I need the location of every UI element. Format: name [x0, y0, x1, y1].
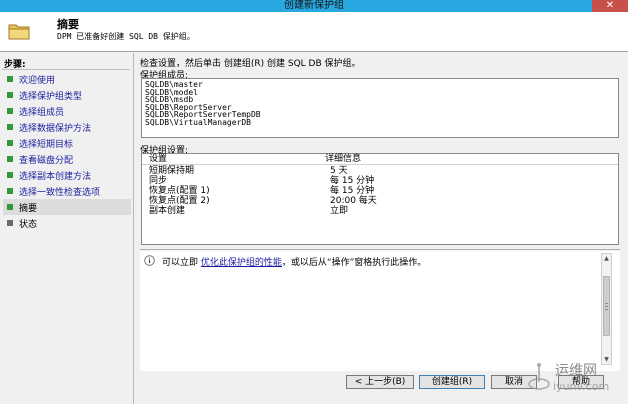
setting-name: 副本创建 [149, 206, 186, 216]
sidebar-item-label: 欢迎使用 [19, 75, 56, 86]
info-suffix: ，或以后从“操作”窗格执行此操作。 [281, 258, 427, 268]
step-bullet-icon [7, 188, 13, 194]
sidebar-item-disk-allocation[interactable]: 查看磁盘分配 [3, 151, 131, 167]
sidebar-item-replica-method[interactable]: 选择副本创建方法 [3, 167, 131, 183]
sidebar-item-members[interactable]: 选择组成员 [3, 103, 131, 119]
sidebar-item-label: 选择组成员 [19, 107, 65, 118]
watermark: 运维网 iyunv.com [525, 358, 628, 404]
info-prefix: 可以立即 [162, 258, 199, 268]
setting-value: 立即 [330, 206, 349, 216]
members-textbox[interactable]: SQLDB\master SQLDB\model SQLDB\msdb SQLD… [141, 78, 619, 138]
sidebar-item-protection-method[interactable]: 选择数据保护方法 [3, 119, 131, 135]
sidebar-item-label: 选择保护组类型 [19, 91, 83, 102]
step-bullet-icon [7, 76, 13, 82]
setting-value: 20:00 每天 [330, 196, 377, 206]
setting-name: 恢复点(配置 1) [149, 186, 210, 196]
settings-header-row [142, 154, 618, 165]
title-bar: 创建新保护组 ✕ [0, 0, 628, 12]
watermark-domain: iyunv.com [553, 380, 610, 393]
scroll-up-icon[interactable]: ▲ [602, 254, 611, 263]
step-bullet-icon [7, 172, 13, 178]
sidebar-item-label: 状态 [19, 219, 38, 230]
sidebar-item-label: 选择副本创建方法 [19, 171, 92, 182]
sidebar-item-consistency-check[interactable]: 选择一致性检查选项 [3, 183, 131, 199]
info-icon [144, 255, 155, 266]
grip-line [605, 306, 608, 307]
sidebar-item-summary[interactable]: 摘要 [3, 199, 131, 215]
info-area: 可以立即 优化此保护组的性能，或以后从“操作”窗格执行此操作。 ▲ ▼ [140, 251, 620, 371]
setting-name: 恢复点(配置 2) [149, 196, 210, 206]
column-header-setting: 设置 [149, 154, 168, 164]
setting-value: 5 天 [330, 166, 348, 176]
step-bullet-icon [7, 140, 13, 146]
folder-icon [8, 24, 30, 40]
grip-line [605, 309, 608, 310]
scrollbar-thumb[interactable] [603, 276, 610, 336]
back-button[interactable]: < 上一步(B) [346, 375, 414, 389]
setting-name: 同步 [149, 176, 168, 186]
sidebar-item-group-type[interactable]: 选择保护组类型 [3, 87, 131, 103]
sidebar-item-label: 查看磁盘分配 [19, 155, 74, 166]
steps-sidebar: 步骤: 欢迎使用 选择保护组类型 选择组成员 选择数据保护方法 选择短期目标 查… [0, 53, 134, 404]
page-title: 摘要 [57, 18, 79, 31]
sidebar-item-label: 选择一致性检查选项 [19, 187, 101, 198]
sidebar-item-status: 状态 [3, 215, 131, 231]
sidebar-item-label: 摘要 [19, 203, 38, 214]
step-bullet-icon [7, 204, 13, 210]
watermark-text: 运维网 [555, 363, 597, 379]
member-item: SQLDB\VirtualManagerDB [145, 117, 251, 127]
setting-name: 短期保持期 [149, 166, 195, 176]
member-item: SQLDB\model [145, 87, 198, 97]
vertical-scrollbar[interactable]: ▲ ▼ [601, 253, 612, 365]
grip-line [605, 303, 608, 304]
steps-divider [2, 69, 130, 70]
setting-value: 每 15 分钟 [330, 186, 375, 196]
step-bullet-icon [7, 92, 13, 98]
sidebar-item-short-term[interactable]: 选择短期目标 [3, 135, 131, 151]
watermark-logo-icon [528, 363, 550, 390]
close-button[interactable]: ✕ [592, 0, 628, 12]
step-bullet-icon [7, 108, 13, 114]
sidebar-item-label: 选择短期目标 [19, 139, 74, 150]
sidebar-item-label: 选择数据保护方法 [19, 123, 92, 134]
section-divider [140, 249, 620, 250]
setting-value: 每 15 分钟 [330, 176, 375, 186]
column-header-details: 详细信息 [325, 154, 362, 164]
create-group-button[interactable]: 创建组(R) [419, 375, 485, 389]
step-bullet-icon [7, 124, 13, 130]
window-title: 创建新保护组 [284, 0, 344, 11]
settings-list[interactable]: 设置 详细信息 短期保持期 5 天 同步 每 15 分钟 恢复点(配置 1) 每… [141, 153, 619, 245]
summary-panel: 检查设置，然后单击 创建组(R) 创建 SQL DB 保护组。 保护组成员: S… [136, 53, 628, 404]
step-bullet-icon [7, 156, 13, 162]
wizard-header: 摘要 DPM 已准备好创建 SQL DB 保护组。 [0, 12, 628, 52]
step-bullet-icon [7, 220, 13, 226]
optimize-performance-link[interactable]: 优化此保护组的性能 [201, 258, 282, 268]
info-message: 可以立即 优化此保护组的性能，或以后从“操作”窗格执行此操作。 [162, 255, 426, 268]
member-item: SQLDB\master [145, 80, 203, 89]
sidebar-item-welcome[interactable]: 欢迎使用 [3, 71, 131, 87]
page-subtitle: DPM 已准备好创建 SQL DB 保护组。 [57, 32, 195, 41]
